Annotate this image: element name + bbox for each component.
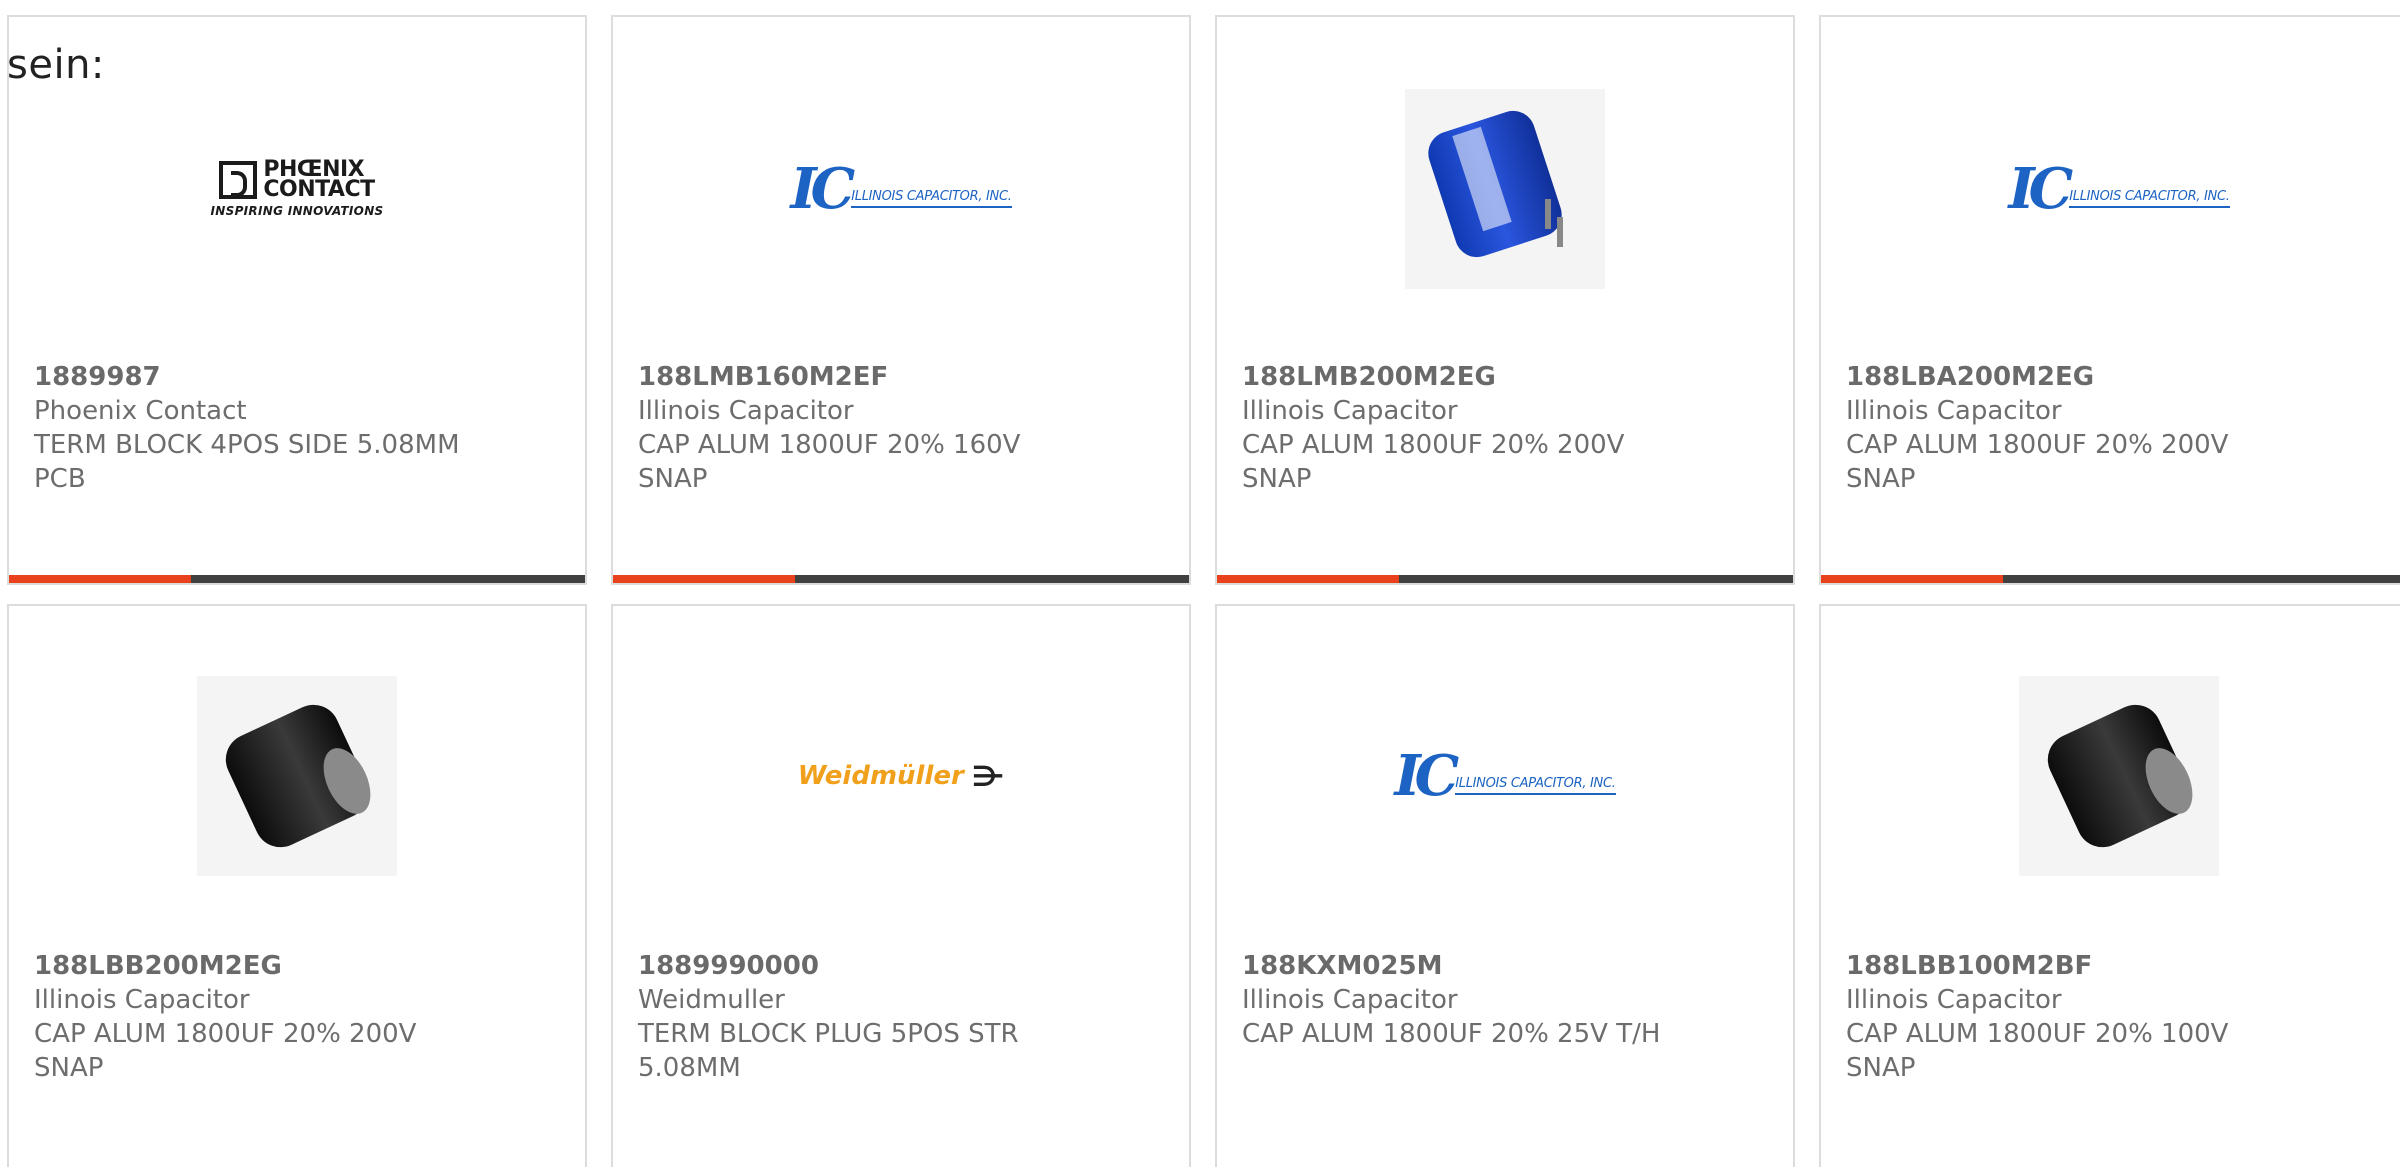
product-info: 188LBB100M2BF Illinois Capacitor CAP ALU…: [1846, 949, 2286, 1085]
part-number[interactable]: 188LMB200M2EG: [1242, 360, 1682, 394]
card-footer-bar: [1217, 575, 1793, 583]
description-line-2: SNAP: [1846, 464, 1916, 494]
product-image[interactable]: Weidmüller ⋺: [797, 676, 1005, 876]
description-line-1: CAP ALUM 1800UF 20% 200V: [1242, 430, 1625, 460]
product-info: 188LBA200M2EG Illinois Capacitor CAP ALU…: [1846, 360, 2286, 496]
product-card-188LBA200M2EG[interactable]: IC ILLINOIS CAPACITOR, INC. 188LBA200M2E…: [1819, 15, 2400, 585]
product-image[interactable]: [2019, 676, 2219, 876]
black-capacitor-photo: [2019, 676, 2219, 876]
description-line-2: SNAP: [34, 1053, 104, 1083]
illinois-capacitor-logo: IC ILLINOIS CAPACITOR, INC.: [1394, 743, 1616, 809]
product-card-1889987[interactable]: PHŒNIX CONTACT INSPIRING INNOVATIONS 188…: [7, 15, 587, 585]
product-image[interactable]: IC ILLINOIS CAPACITOR, INC.: [790, 89, 1011, 289]
phoenix-mark-icon: [219, 161, 258, 199]
part-number[interactable]: 188LBB200M2EG: [34, 949, 474, 983]
product-image[interactable]: IC ILLINOIS CAPACITOR, INC.: [1394, 676, 1615, 876]
product-card-188KXM025M[interactable]: IC ILLINOIS CAPACITOR, INC. 188KXM025M I…: [1215, 604, 1795, 1167]
description-line-2: SNAP: [1242, 464, 1312, 494]
product-info: 1889990000 Weidmuller TERM BLOCK PLUG 5P…: [638, 949, 1078, 1085]
description-line-1: TERM BLOCK PLUG 5POS STR: [638, 1019, 1019, 1049]
product-info: 188LBB200M2EG Illinois Capacitor CAP ALU…: [34, 949, 474, 1085]
description-line-1: CAP ALUM 1800UF 20% 160V: [638, 430, 1021, 460]
card-footer-bar: [613, 575, 1189, 583]
description-line-1: CAP ALUM 1800UF 20% 100V: [1846, 1019, 2229, 1049]
product-image[interactable]: [197, 676, 397, 876]
description-line-2: SNAP: [1846, 1053, 1916, 1083]
illinois-capacitor-logo: IC ILLINOIS CAPACITOR, INC.: [2008, 156, 2230, 222]
manufacturer: Illinois Capacitor: [1242, 396, 1458, 426]
weidmuller-logo: Weidmüller ⋺: [797, 759, 1005, 793]
product-card-1889990000[interactable]: Weidmüller ⋺ 1889990000 Weidmuller TERM …: [611, 604, 1191, 1167]
phoenix-contact-logo: PHŒNIX CONTACT INSPIRING INNOVATIONS: [210, 157, 384, 219]
product-card-188LBB200M2EG[interactable]: 188LBB200M2EG Illinois Capacitor CAP ALU…: [7, 604, 587, 1167]
part-number[interactable]: 1889990000: [638, 949, 1078, 983]
product-info: 188KXM025M Illinois Capacitor CAP ALUM 1…: [1242, 949, 1682, 1051]
product-image[interactable]: IC ILLINOIS CAPACITOR, INC.: [2008, 89, 2229, 289]
product-image[interactable]: [1405, 89, 1605, 289]
description-line-1: CAP ALUM 1800UF 20% 25V T/H: [1242, 1019, 1661, 1049]
illinois-capacitor-logo: IC ILLINOIS CAPACITOR, INC.: [790, 156, 1012, 222]
black-capacitor-photo: [197, 676, 397, 876]
product-card-188LMB160M2EF[interactable]: IC ILLINOIS CAPACITOR, INC. 188LMB160M2E…: [611, 15, 1191, 585]
part-number[interactable]: 188LBA200M2EG: [1846, 360, 2286, 394]
product-card-188LMB200M2EG[interactable]: 188LMB200M2EG Illinois Capacitor CAP ALU…: [1215, 15, 1795, 585]
description-line-1: CAP ALUM 1800UF 20% 200V: [1846, 430, 2229, 460]
product-info: 188LMB200M2EG Illinois Capacitor CAP ALU…: [1242, 360, 1682, 496]
manufacturer: Illinois Capacitor: [1242, 985, 1458, 1015]
part-number[interactable]: 188LMB160M2EF: [638, 360, 1078, 394]
description-line-2: PCB: [34, 464, 86, 494]
product-grid-page: sein: PHŒNIX CONTACT INSPIRING INNOVATIO…: [0, 0, 2400, 1167]
product-card-188LBB100M2BF[interactable]: 188LBB100M2BF Illinois Capacitor CAP ALU…: [1819, 604, 2400, 1167]
product-image[interactable]: PHŒNIX CONTACT INSPIRING INNOVATIONS: [197, 89, 397, 289]
part-number[interactable]: 188LBB100M2BF: [1846, 949, 2286, 983]
product-info: 1889987 Phoenix Contact TERM BLOCK 4POS …: [34, 360, 474, 496]
manufacturer: Phoenix Contact: [34, 396, 247, 426]
card-footer-bar: [9, 575, 585, 583]
part-number[interactable]: 1889987: [34, 360, 474, 394]
manufacturer: Illinois Capacitor: [1846, 396, 2062, 426]
description-line-2: 5.08MM: [638, 1053, 741, 1083]
manufacturer: Weidmuller: [638, 985, 785, 1015]
product-info: 188LMB160M2EF Illinois Capacitor CAP ALU…: [638, 360, 1078, 496]
intro-text: sein:: [7, 42, 105, 88]
manufacturer: Illinois Capacitor: [1846, 985, 2062, 1015]
description-line-1: TERM BLOCK 4POS SIDE 5.08MM: [34, 430, 460, 460]
description-line-2: SNAP: [638, 464, 708, 494]
manufacturer: Illinois Capacitor: [638, 396, 854, 426]
card-footer-bar: [1821, 575, 2400, 583]
blue-capacitor-photo: [1405, 89, 1605, 289]
weidmuller-symbol-icon: ⋺: [971, 759, 1005, 793]
manufacturer: Illinois Capacitor: [34, 985, 250, 1015]
description-line-1: CAP ALUM 1800UF 20% 200V: [34, 1019, 417, 1049]
part-number[interactable]: 188KXM025M: [1242, 949, 1682, 983]
